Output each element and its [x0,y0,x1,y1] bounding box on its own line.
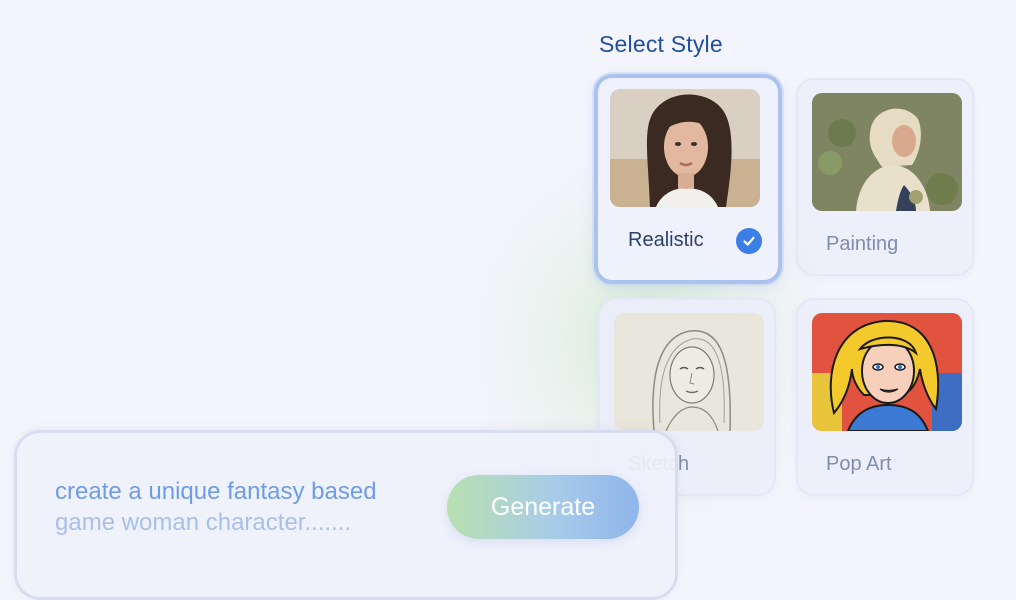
style-thumbnail-pop-art [812,313,962,431]
style-thumbnail-painting [812,93,962,211]
section-title: Select Style [599,31,723,57]
style-card-pop-art[interactable]: Pop Art [796,298,974,496]
prompt-input[interactable]: create a unique fantasy based game woman… [55,476,435,538]
check-circle-icon [736,228,762,254]
generate-button[interactable]: Generate [447,475,639,539]
prompt-line-2: game woman character....... [55,509,352,536]
style-card-painting[interactable]: Painting [796,78,974,276]
style-label-pop-art: Pop Art [826,453,892,475]
style-thumbnail-realistic [610,89,760,207]
style-card-realistic[interactable]: Realistic [594,74,782,284]
prompt-line-1: create a unique fantasy based [55,478,377,505]
style-label-realistic: Realistic [628,229,704,251]
prompt-panel: create a unique fantasy based game woman… [14,430,678,600]
style-label-painting: Painting [826,233,899,255]
style-thumbnail-sketch [614,313,764,431]
